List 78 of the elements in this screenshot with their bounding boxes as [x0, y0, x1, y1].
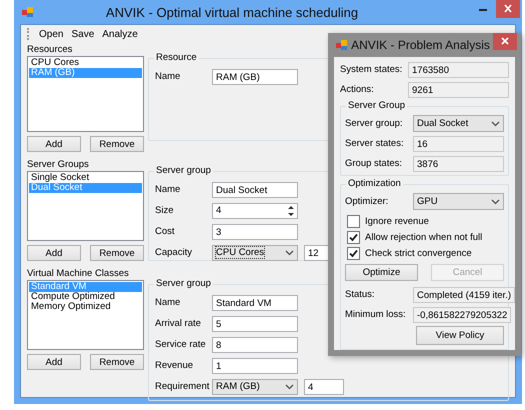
group-title: Server Group: [346, 100, 408, 111]
field-label: Cost: [155, 226, 176, 237]
caret-icon: [491, 120, 500, 126]
group-title: Optimization: [346, 178, 403, 189]
dropdown[interactable]: GPU: [413, 193, 504, 210]
list-button[interactable]: Remove: [90, 354, 144, 370]
list-item[interactable]: CPU Cores: [29, 58, 142, 68]
group-title: Server group: [154, 278, 213, 289]
close-button[interactable]: [496, 0, 520, 18]
field-label: Requirement: [155, 381, 210, 392]
app-icon: [336, 39, 348, 51]
checkbox[interactable]: [347, 214, 360, 228]
text-field[interactable]: 5: [212, 316, 298, 332]
field-label: Status:: [345, 289, 376, 300]
list-button[interactable]: Remove: [90, 136, 144, 152]
field-label: System states:: [340, 64, 404, 75]
spin-arrows-icon[interactable]: [286, 204, 296, 218]
list-item[interactable]: Compute Optimized: [29, 292, 142, 302]
checkbox[interactable]: [347, 246, 360, 260]
text-field[interactable]: 1: [212, 358, 298, 374]
readonly-field: -0,861582279205322: [413, 306, 512, 322]
field-label: Group states:: [345, 158, 404, 169]
readonly-field: Completed (4159 iter.): [413, 286, 515, 302]
field-label: Name: [155, 184, 182, 195]
checkbox-label: Check strict convergence: [365, 248, 472, 258]
field-label: Service rate: [155, 339, 207, 350]
list-button[interactable]: Add: [27, 354, 81, 370]
group-title: Resource: [154, 52, 199, 63]
amount-field[interactable]: 4: [304, 378, 344, 394]
field-label: Actions:: [340, 84, 375, 95]
caret-icon: [285, 250, 294, 256]
checkbox-label: Ignore revenue: [365, 216, 429, 226]
list-item[interactable]: Memory Optimized: [29, 302, 142, 312]
close-button[interactable]: [493, 33, 517, 50]
readonly-field: 3876: [413, 156, 504, 172]
text-field[interactable]: RAM (GB): [212, 68, 298, 84]
dropdown[interactable]: CPU Cores: [212, 244, 298, 260]
window-title: ANVIK - Optimal virtual machine scheduling: [104, 4, 360, 20]
field-label: Optimizer:: [345, 196, 390, 207]
list-button[interactable]: Remove: [90, 245, 144, 261]
view-policy-button[interactable]: View Policy: [416, 326, 504, 345]
list-item[interactable]: Single Socket: [29, 173, 142, 183]
menu-item[interactable]: Analyze: [102, 28, 138, 40]
text-field[interactable]: Dual Socket: [212, 182, 298, 198]
text-field[interactable]: 8: [212, 336, 298, 352]
readonly-field: 1763580: [408, 62, 509, 78]
spin-field[interactable]: 4: [212, 202, 298, 218]
checkbox[interactable]: [347, 230, 360, 244]
readonly-field: 16: [413, 136, 504, 152]
field-label: Revenue: [155, 360, 194, 371]
text-field[interactable]: Standard VM: [212, 294, 298, 310]
field-label: Arrival rate: [155, 318, 202, 329]
checkbox-label: Allow rejection when not full: [365, 232, 482, 242]
group-title: Server group: [154, 165, 213, 176]
dropdown[interactable]: Dual Socket: [413, 115, 504, 132]
text-field[interactable]: 3: [212, 224, 298, 240]
field-label: Name: [155, 71, 182, 82]
dropdown[interactable]: RAM (GB): [212, 378, 298, 394]
field-label: Server group:: [345, 118, 404, 129]
field-label: Capacity: [155, 247, 193, 258]
list-button[interactable]: Add: [27, 245, 81, 261]
field-label: Server states:: [345, 138, 405, 149]
list-label: Virtual Machine Classes: [27, 267, 130, 280]
readonly-field: 9261: [408, 82, 509, 98]
caret-icon: [491, 198, 500, 204]
caret-icon: [285, 384, 294, 390]
field-label: Minimum loss:: [345, 309, 407, 320]
menu-item[interactable]: Save: [71, 28, 94, 40]
field-label: Size: [155, 205, 174, 216]
action-button[interactable]: Optimize: [345, 264, 418, 281]
app-icon: [22, 6, 34, 18]
toolbar-grip: [27, 28, 31, 40]
window-title: ANVIK - Problem Analysis: [350, 38, 491, 52]
list-label: Server Groups: [27, 158, 90, 171]
list-button[interactable]: Add: [27, 136, 81, 152]
menu-item[interactable]: Open: [39, 28, 64, 40]
list-label: Resources: [27, 43, 74, 56]
field-label: Name: [155, 297, 182, 308]
